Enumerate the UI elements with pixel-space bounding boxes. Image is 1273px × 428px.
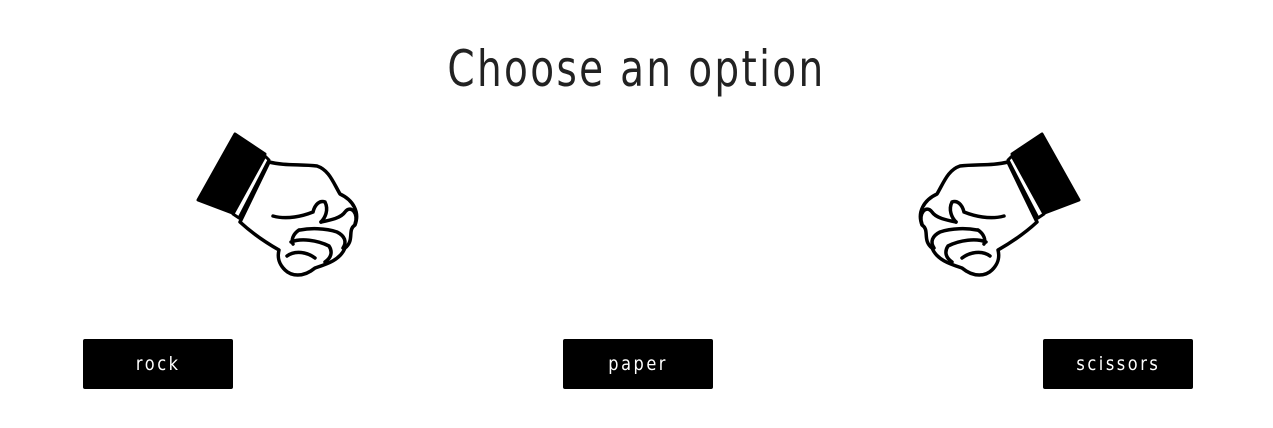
scissors-button-label: scissors: [1076, 353, 1160, 375]
rock-button-label: rock: [135, 353, 181, 375]
rock-button[interactable]: rock: [83, 339, 233, 389]
fist-icon: [918, 132, 1081, 277]
paper-button-label: paper: [608, 353, 668, 375]
page-title: Choose an option: [447, 39, 826, 98]
fist-icon: [196, 132, 359, 277]
paper-button[interactable]: paper: [563, 339, 713, 389]
scissors-button[interactable]: scissors: [1043, 339, 1193, 389]
game-screen: Choose an option rock paper scissors: [0, 0, 1273, 428]
